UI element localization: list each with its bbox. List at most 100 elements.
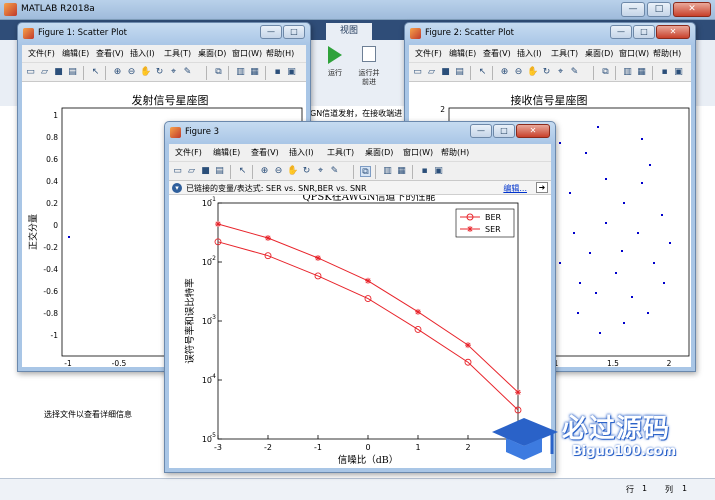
menu-tools[interactable]: 工具(T) xyxy=(327,147,354,158)
run-button-label[interactable]: 运行 xyxy=(320,69,350,78)
zoom-in-icon[interactable]: ⊕ xyxy=(259,166,270,177)
colorbar-icon[interactable]: ▥ xyxy=(622,67,633,78)
rotate-icon[interactable]: ↻ xyxy=(301,166,312,177)
menu-insert[interactable]: 插入(I) xyxy=(130,48,155,59)
figure1-maximize-button[interactable]: □ xyxy=(283,25,305,39)
link-plot-icon[interactable]: ⧉ xyxy=(600,67,611,78)
pan-icon[interactable]: ✋ xyxy=(140,67,151,78)
figure3-close-button[interactable]: ✕ xyxy=(516,124,550,138)
legend-icon[interactable]: ▦ xyxy=(636,67,647,78)
brush-icon[interactable]: ✎ xyxy=(329,166,340,177)
colorbar-icon[interactable]: ▥ xyxy=(382,166,393,177)
menu-window[interactable]: 窗口(W) xyxy=(403,147,433,158)
hide-plot-tools-icon[interactable]: ▪ xyxy=(659,67,670,78)
pointer-icon[interactable]: ↖ xyxy=(90,67,101,78)
menu-view[interactable]: 查看(V) xyxy=(251,147,279,158)
minimize-button[interactable]: — xyxy=(621,2,645,17)
legend-icon[interactable]: ▦ xyxy=(249,67,260,78)
menu-tools[interactable]: 工具(T) xyxy=(551,48,578,59)
collapse-icon[interactable]: ▾ xyxy=(172,183,182,193)
zoom-in-icon[interactable]: ⊕ xyxy=(499,67,510,78)
figure2-maximize-button[interactable]: □ xyxy=(633,25,655,39)
show-plot-tools-icon[interactable]: ▣ xyxy=(286,67,297,78)
figure1-toolbar: ▭ ▱ ■ ▤ ↖ ⊕ ⊖ ✋ ↻ ⌖ ✎ ⧉ ▥ ▦ ▪ ▣ xyxy=(22,62,306,82)
figure3-maximize-button[interactable]: □ xyxy=(493,124,515,138)
print-icon[interactable]: ▤ xyxy=(214,166,225,177)
menu-insert[interactable]: 插入(I) xyxy=(289,147,314,158)
menu-edit[interactable]: 编辑(E) xyxy=(449,48,476,59)
figure2-close-button[interactable]: ✕ xyxy=(656,25,690,39)
open-file-icon[interactable]: ▱ xyxy=(39,67,50,78)
f2-xtick: 1.5 xyxy=(607,359,619,368)
print-icon[interactable]: ▤ xyxy=(454,67,465,78)
data-cursor-icon[interactable]: ⌖ xyxy=(555,67,566,78)
show-plot-tools-icon[interactable]: ▣ xyxy=(433,166,444,177)
menu-insert[interactable]: 插入(I) xyxy=(517,48,542,59)
figure3-minimize-button[interactable]: — xyxy=(470,124,492,138)
f1-constellation-point xyxy=(68,236,70,238)
colorbar-icon[interactable]: ▥ xyxy=(235,67,246,78)
maximize-button[interactable]: □ xyxy=(647,2,671,17)
run-advance-icon[interactable] xyxy=(362,46,376,62)
figure1-minimize-button[interactable]: — xyxy=(260,25,282,39)
legend[interactable]: BER SER xyxy=(455,208,515,238)
zoom-out-icon[interactable]: ⊖ xyxy=(126,67,137,78)
brush-icon[interactable]: ✎ xyxy=(569,67,580,78)
figure2-window-title: Figure 2: Scatter Plot xyxy=(425,28,515,38)
menu-desktop[interactable]: 桌面(D) xyxy=(198,48,226,59)
menu-view[interactable]: 查看(V) xyxy=(96,48,124,59)
link-plot-icon[interactable]: ⧉ xyxy=(213,67,224,78)
open-file-icon[interactable]: ▱ xyxy=(186,166,197,177)
new-figure-icon[interactable]: ▭ xyxy=(172,166,183,177)
print-icon[interactable]: ▤ xyxy=(67,67,78,78)
menu-desktop[interactable]: 桌面(D) xyxy=(365,147,393,158)
tab-view[interactable]: 视图 xyxy=(326,23,372,40)
run-icon[interactable] xyxy=(328,46,342,64)
figure3-menubar: 文件(F) 编辑(E) 查看(V) 插入(I) 工具(T) 桌面(D) 窗口(W… xyxy=(169,144,551,161)
pointer-icon[interactable]: ↖ xyxy=(477,67,488,78)
figure2-menubar: 文件(F) 编辑(E) 查看(V) 插入(I) 工具(T) 桌面(D) 窗口(W… xyxy=(409,45,691,62)
f2-ytick: 2 xyxy=(440,105,445,114)
linked-edit-link[interactable]: 编辑... xyxy=(503,183,527,194)
menu-file[interactable]: 文件(F) xyxy=(175,147,202,158)
pan-icon[interactable]: ✋ xyxy=(527,67,538,78)
data-cursor-icon[interactable]: ⌖ xyxy=(315,166,326,177)
show-plot-tools-icon[interactable]: ▣ xyxy=(673,67,684,78)
menu-view[interactable]: 查看(V) xyxy=(483,48,511,59)
save-icon[interactable]: ■ xyxy=(200,166,211,177)
zoom-out-icon[interactable]: ⊖ xyxy=(513,67,524,78)
open-file-icon[interactable]: ▱ xyxy=(426,67,437,78)
pan-icon[interactable]: ✋ xyxy=(287,166,298,177)
menu-help[interactable]: 帮助(H) xyxy=(653,48,681,59)
menu-window[interactable]: 窗口(W) xyxy=(619,48,649,59)
run-advance-label[interactable]: 运行并 前进 xyxy=(352,69,386,87)
hide-plot-tools-icon[interactable]: ▪ xyxy=(419,166,430,177)
menu-help[interactable]: 帮助(H) xyxy=(441,147,469,158)
menu-desktop[interactable]: 桌面(D) xyxy=(585,48,613,59)
save-icon[interactable]: ■ xyxy=(440,67,451,78)
new-figure-icon[interactable]: ▭ xyxy=(412,67,423,78)
menu-file[interactable]: 文件(F) xyxy=(28,48,55,59)
rotate-icon[interactable]: ↻ xyxy=(541,67,552,78)
close-button[interactable]: ✕ xyxy=(673,2,711,17)
brush-icon[interactable]: ✎ xyxy=(182,67,193,78)
zoom-in-icon[interactable]: ⊕ xyxy=(112,67,123,78)
hide-plot-tools-icon[interactable]: ▪ xyxy=(272,67,283,78)
save-icon[interactable]: ■ xyxy=(53,67,64,78)
menu-help[interactable]: 帮助(H) xyxy=(266,48,294,59)
menu-file[interactable]: 文件(F) xyxy=(415,48,442,59)
figure3-ylabel: 误符号率和误比特率 xyxy=(184,278,196,364)
linked-arrow-icon[interactable]: ➜ xyxy=(536,182,548,193)
data-cursor-icon[interactable]: ⌖ xyxy=(168,67,179,78)
legend-icon[interactable]: ▦ xyxy=(396,166,407,177)
menu-tools[interactable]: 工具(T) xyxy=(164,48,191,59)
menu-edit[interactable]: 编辑(E) xyxy=(213,147,240,158)
pointer-icon[interactable]: ↖ xyxy=(237,166,248,177)
menu-window[interactable]: 窗口(W) xyxy=(232,48,262,59)
new-figure-icon[interactable]: ▭ xyxy=(25,67,36,78)
zoom-out-icon[interactable]: ⊖ xyxy=(273,166,284,177)
link-plot-icon[interactable]: ⧉ xyxy=(360,166,371,177)
rotate-icon[interactable]: ↻ xyxy=(154,67,165,78)
figure2-minimize-button[interactable]: — xyxy=(610,25,632,39)
menu-edit[interactable]: 编辑(E) xyxy=(62,48,89,59)
